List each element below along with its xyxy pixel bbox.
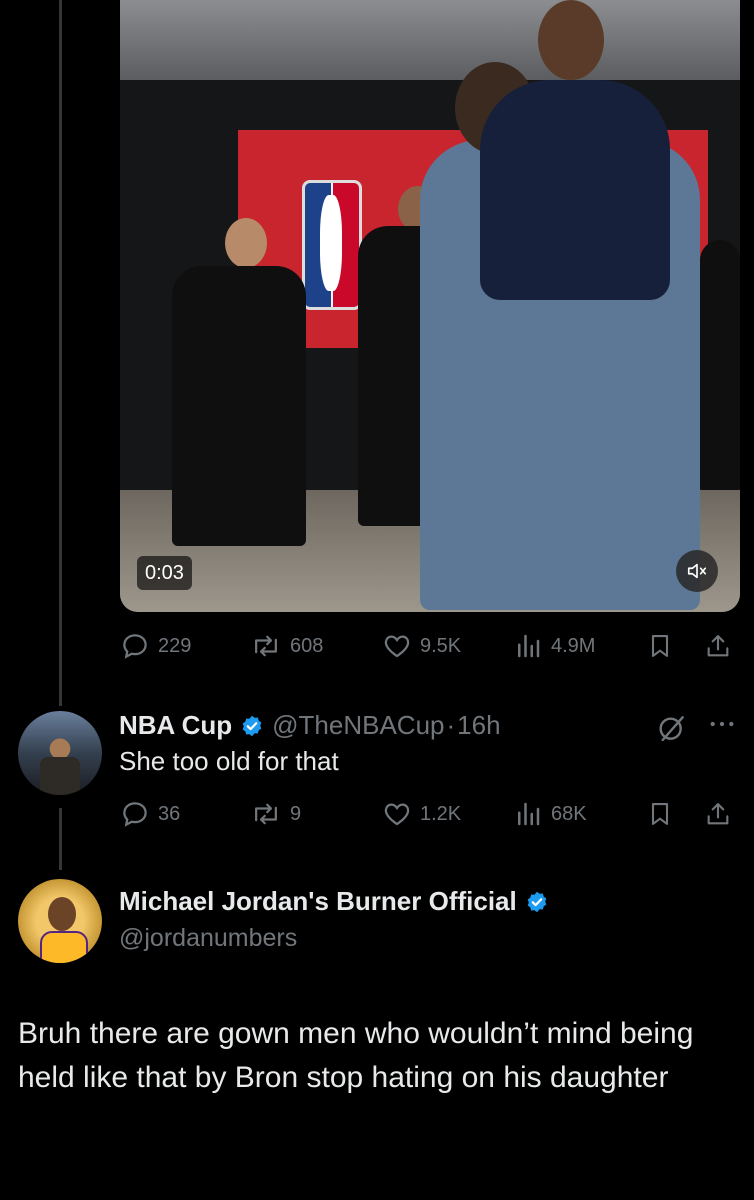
person-head (225, 218, 267, 268)
post-header: Michael Jordan's Burner Official (119, 886, 549, 917)
reply-action-bar: 36 9 1.2K 68K (120, 794, 740, 834)
person-figure (480, 80, 670, 300)
separator: · (446, 710, 456, 740)
nba-logo (302, 180, 362, 310)
thread-line (59, 808, 62, 870)
repost-count: 9 (290, 802, 302, 825)
post-text: Bruh there are gown men who wouldn’t min… (18, 1017, 694, 1094)
views-button[interactable]: 4.9M (513, 626, 595, 666)
heart-icon (384, 803, 410, 826)
tweet-action-bar: 229 608 9.5K 4.9M (120, 626, 740, 666)
more-dots-icon (710, 721, 734, 727)
bookmark-icon (651, 803, 669, 825)
bookmark-button[interactable] (646, 626, 674, 666)
avatar[interactable] (18, 879, 102, 963)
verified-badge-icon (242, 715, 262, 736)
person-figure (700, 240, 740, 490)
reply-count: 229 (158, 634, 192, 657)
grok-icon (659, 716, 684, 742)
reply-text: She too old for that (119, 746, 339, 776)
views-icon (518, 802, 540, 826)
video-player[interactable] (120, 0, 740, 612)
reply-button[interactable]: 229 (120, 626, 191, 666)
mute-button[interactable] (676, 550, 718, 592)
speaker-muted-icon (687, 563, 707, 579)
timestamp[interactable]: 16h (457, 710, 500, 741)
bookmark-button[interactable] (646, 794, 674, 834)
like-count: 1.2K (420, 802, 462, 825)
share-icon (707, 635, 729, 657)
share-icon (707, 803, 729, 825)
handle[interactable]: @jordanumbers (119, 924, 297, 953)
repost-count: 608 (290, 634, 324, 657)
views-button[interactable]: 68K (513, 794, 587, 834)
view-count: 68K (551, 802, 587, 825)
views-icon (518, 634, 540, 658)
repost-button[interactable]: 9 (250, 794, 301, 834)
thread-line (59, 0, 62, 706)
view-count: 4.9M (551, 634, 596, 657)
more-options-button[interactable] (706, 708, 738, 745)
heart-icon (384, 635, 410, 658)
person-head (538, 0, 604, 80)
reply-icon (123, 634, 147, 659)
reply-count: 36 (158, 802, 181, 825)
reply-button[interactable]: 36 (120, 794, 180, 834)
like-count: 9.5K (420, 634, 462, 657)
share-button[interactable] (704, 794, 732, 834)
bookmark-icon (651, 635, 669, 657)
avatar[interactable] (18, 711, 102, 795)
verified-badge-icon (527, 891, 547, 912)
video-duration: 0:03 (137, 556, 192, 590)
repost-icon (255, 635, 277, 657)
repost-icon (255, 803, 277, 825)
display-name[interactable]: Michael Jordan's Burner Official (119, 886, 517, 917)
like-button[interactable]: 9.5K (382, 626, 461, 666)
person-figure (172, 266, 306, 546)
repost-button[interactable]: 608 (250, 626, 323, 666)
grok-button[interactable] (656, 712, 688, 749)
share-button[interactable] (704, 626, 732, 666)
handle[interactable]: @TheNBACup (272, 710, 444, 741)
reply-header: NBA Cup @TheNBACup · 16h (119, 710, 501, 741)
reply-icon (123, 802, 147, 827)
like-button[interactable]: 1.2K (382, 794, 461, 834)
display-name[interactable]: NBA Cup (119, 710, 232, 741)
